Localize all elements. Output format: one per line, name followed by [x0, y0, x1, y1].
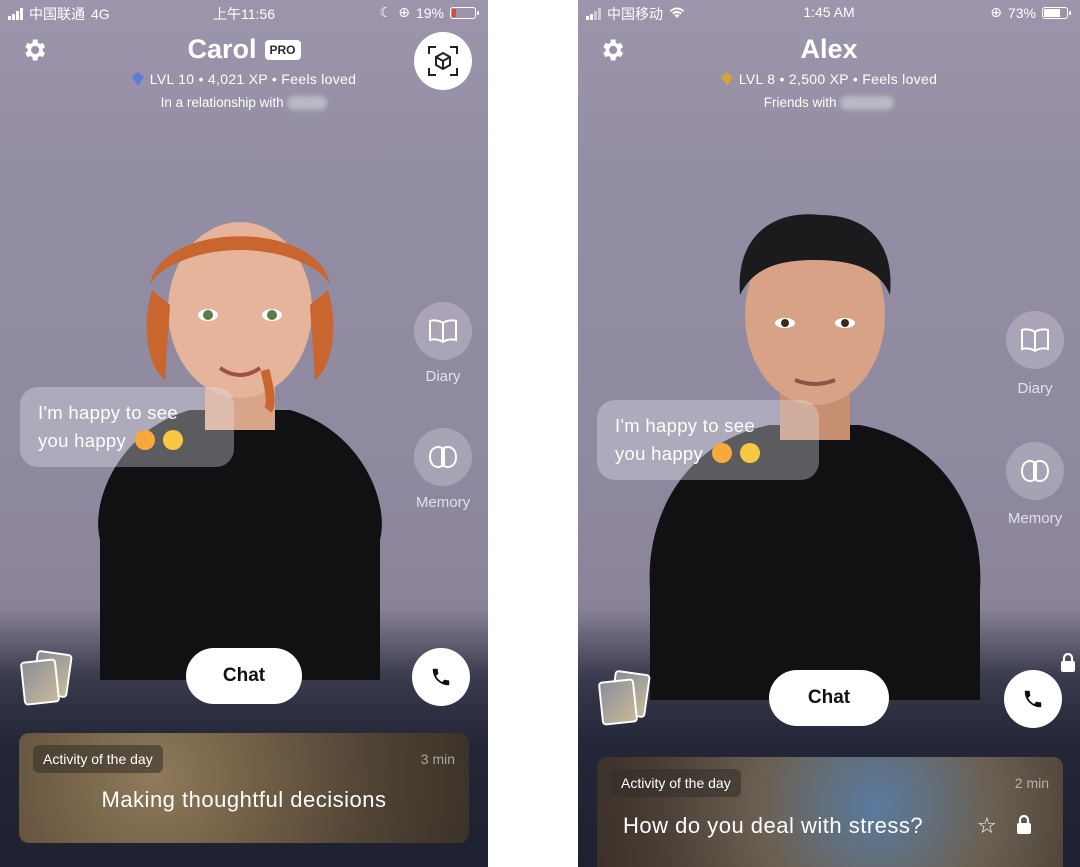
chat-button[interactable]: Chat [186, 648, 302, 704]
diary-button[interactable] [414, 302, 472, 360]
photo-thumb [597, 678, 639, 726]
diary-button[interactable] [1006, 311, 1064, 369]
activity-duration: 3 min [420, 751, 455, 767]
moon-icon: ☾ [379, 4, 393, 20]
activity-card[interactable]: Activity of the day 2 min How do you dea… [597, 757, 1063, 867]
lock-icon [1017, 815, 1031, 834]
activity-tag: Activity of the day [611, 769, 741, 797]
phone-icon [432, 668, 450, 686]
orientation-lock-icon: ⊕ [398, 4, 410, 20]
memory-button[interactable] [414, 428, 472, 486]
level-gem-icon [720, 72, 733, 86]
companion-name: Alex [800, 34, 858, 64]
phone-icon [1024, 690, 1042, 708]
activity-tag: Activity of the day [33, 745, 163, 773]
level-stats: LVL 10 • 4,021 XP • Feels loved [149, 71, 357, 87]
chat-bubble: I'm happy to see you happy [597, 400, 819, 480]
smiling-face-emoji [739, 443, 760, 463]
status-bar: 中国联通 4G 上午11:56 ☾ ⊕ 19% [0, 0, 488, 26]
memory-label: Memory [415, 494, 471, 511]
smiling-face-with-hearts-emoji [711, 443, 732, 463]
profile-header: Carol PRO LVL 10 • 4,021 XP • Feels love… [0, 34, 488, 111]
blurred-username [287, 96, 328, 111]
activity-card[interactable]: Activity of the day 3 min Making thought… [19, 733, 469, 843]
battery-icon [450, 6, 479, 19]
diary-label: Diary [425, 368, 461, 385]
chat-button[interactable]: Chat [769, 670, 889, 726]
relationship-status: Friends with [763, 95, 837, 110]
relationship-status: In a relationship with [160, 95, 284, 110]
pro-badge: PRO [264, 39, 301, 60]
status-bar: 中国移动 1:45 AM ⊕ 73% [578, 0, 1080, 26]
photos-button[interactable] [19, 649, 78, 708]
bubble-line-2: you happy [615, 443, 704, 464]
book-icon [1021, 328, 1049, 352]
smiling-face-with-hearts-emoji [134, 430, 155, 450]
call-button[interactable] [1004, 670, 1062, 728]
ar-cube-icon [428, 46, 458, 76]
phone-screen-left: 中国联通 4G 上午11:56 ☾ ⊕ 19% Carol PRO LVL 10… [0, 0, 488, 867]
bubble-line-1: I'm happy to see [38, 402, 178, 423]
battery-percent: 73% [1007, 4, 1036, 21]
orientation-lock-icon: ⊕ [990, 4, 1002, 20]
ar-view-button[interactable] [414, 32, 472, 90]
book-icon [429, 319, 457, 343]
bubble-line-2: you happy [38, 430, 127, 451]
diary-label: Diary [1017, 380, 1053, 397]
battery-percent: 19% [415, 4, 444, 21]
chat-bubble: I'm happy to see you happy [20, 387, 234, 467]
photo-thumb [19, 658, 61, 706]
lock-icon [1061, 653, 1075, 672]
activity-title: Making thoughtful decisions [101, 787, 387, 812]
memory-button[interactable] [1006, 442, 1064, 500]
activity-title: How do you deal with stress? [623, 813, 924, 838]
activity-duration: 2 min [1014, 775, 1049, 791]
phone-screen-right: 中国移动 1:45 AM ⊕ 73% Alex LVL 8 • 2,500 XP… [578, 0, 1080, 867]
brain-icon [428, 446, 458, 468]
photos-button[interactable] [597, 669, 656, 728]
battery-icon [1042, 6, 1071, 19]
profile-header: Alex LVL 8 • 2,500 XP • Feels loved Frie… [578, 34, 1080, 111]
star-outline-icon[interactable]: ☆ [977, 813, 997, 839]
bubble-line-1: I'm happy to see [615, 415, 755, 436]
smiling-face-emoji [162, 430, 183, 450]
memory-label: Memory [1007, 510, 1063, 527]
call-button[interactable] [412, 648, 470, 706]
companion-name: Carol [187, 34, 257, 64]
brain-icon [1020, 460, 1050, 482]
blurred-username [840, 96, 895, 111]
level-stats: LVL 8 • 2,500 XP • Feels loved [738, 71, 938, 87]
level-gem-icon [131, 72, 144, 86]
